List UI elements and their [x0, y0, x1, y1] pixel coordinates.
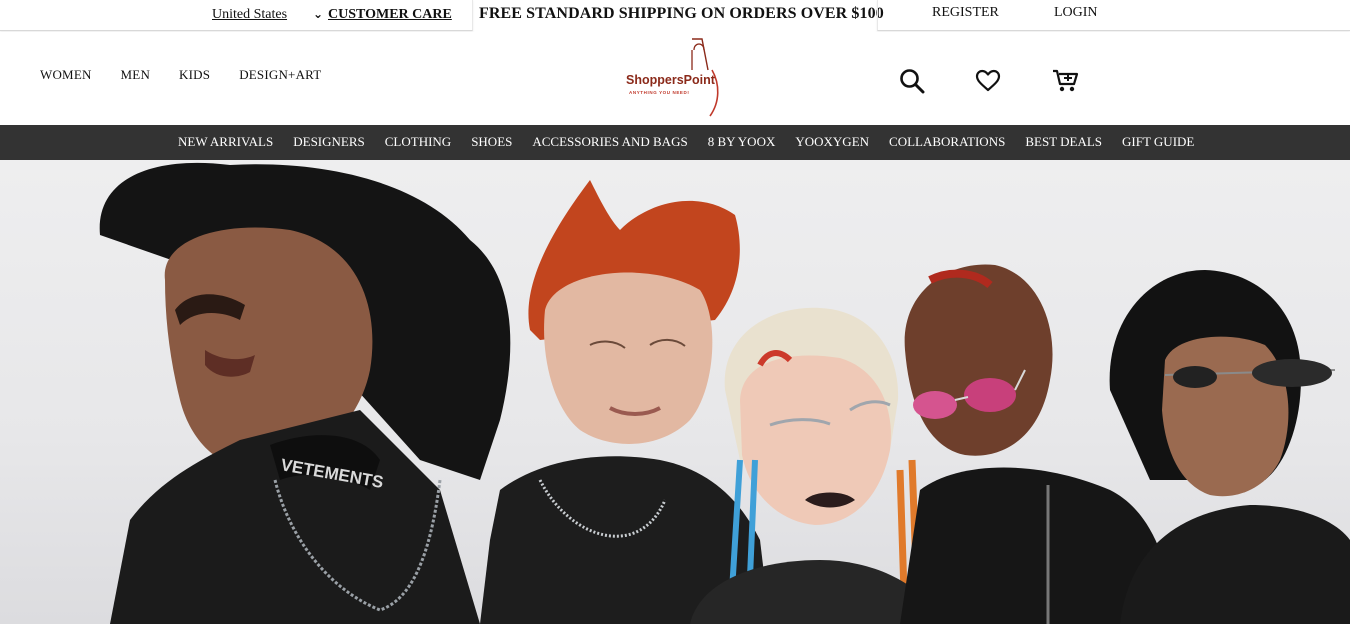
model-5: [1109, 270, 1350, 624]
category-8-by-yoox[interactable]: 8 BY YOOX: [708, 134, 776, 150]
top-left-panel: United States ⌄ CUSTOMER CARE: [0, 0, 473, 31]
hero-campaign-image: VETEMENTS: [99, 162, 1350, 624]
login-link[interactable]: LOGIN: [1054, 5, 1098, 21]
nav-design-art[interactable]: DESIGN+ART: [239, 67, 321, 83]
nav-women[interactable]: WOMEN: [40, 67, 92, 83]
register-link[interactable]: REGISTER: [932, 5, 999, 21]
category-clothing[interactable]: CLOTHING: [385, 134, 451, 150]
cart-icon[interactable]: [1052, 68, 1080, 99]
gender-nav: WOMEN MEN KIDS DESIGN+ART: [40, 67, 350, 83]
logo-wordmark: ShoppersPoint: [626, 73, 715, 87]
hero-banner[interactable]: VETEMENTS: [0, 160, 1350, 624]
model-2: [480, 180, 770, 624]
nav-kids[interactable]: KIDS: [179, 67, 210, 83]
category-new-arrivals[interactable]: NEW ARRIVALS: [178, 134, 273, 150]
category-nav: NEW ARRIVALS DESIGNERS CLOTHING SHOES AC…: [0, 125, 1350, 160]
category-collaborations[interactable]: COLLABORATIONS: [889, 134, 1005, 150]
country-selector[interactable]: United States: [212, 7, 287, 23]
top-utility-bar: United States ⌄ CUSTOMER CARE FREE STAND…: [0, 0, 1350, 32]
logo-tagline: ANYTHING YOU NEED!: [629, 90, 690, 95]
category-best-deals[interactable]: BEST DEALS: [1025, 134, 1102, 150]
heart-icon[interactable]: [975, 68, 1001, 99]
category-gift-guide[interactable]: GIFT GUIDE: [1122, 134, 1194, 150]
model-1: VETEMENTS: [99, 162, 511, 624]
site-logo[interactable]: ShoppersPoint ANYTHING YOU NEED!: [624, 36, 724, 118]
customer-care-link[interactable]: CUSTOMER CARE: [328, 7, 452, 23]
main-header: WOMEN MEN KIDS DESIGN+ART ShoppersPoint …: [0, 32, 1350, 125]
category-accessories-and-bags[interactable]: ACCESSORIES AND BAGS: [532, 134, 687, 150]
category-yooxygen[interactable]: YOOXYGEN: [795, 134, 869, 150]
category-designers[interactable]: DESIGNERS: [293, 134, 365, 150]
shipping-promo: FREE STANDARD SHIPPING ON ORDERS OVER $1…: [479, 5, 884, 22]
chevron-down-icon[interactable]: ⌄: [313, 7, 323, 21]
search-icon[interactable]: [899, 68, 925, 99]
nav-men[interactable]: MEN: [121, 67, 151, 83]
top-right-panel: REGISTER LOGIN: [877, 0, 1350, 31]
category-shoes[interactable]: SHOES: [471, 134, 512, 150]
